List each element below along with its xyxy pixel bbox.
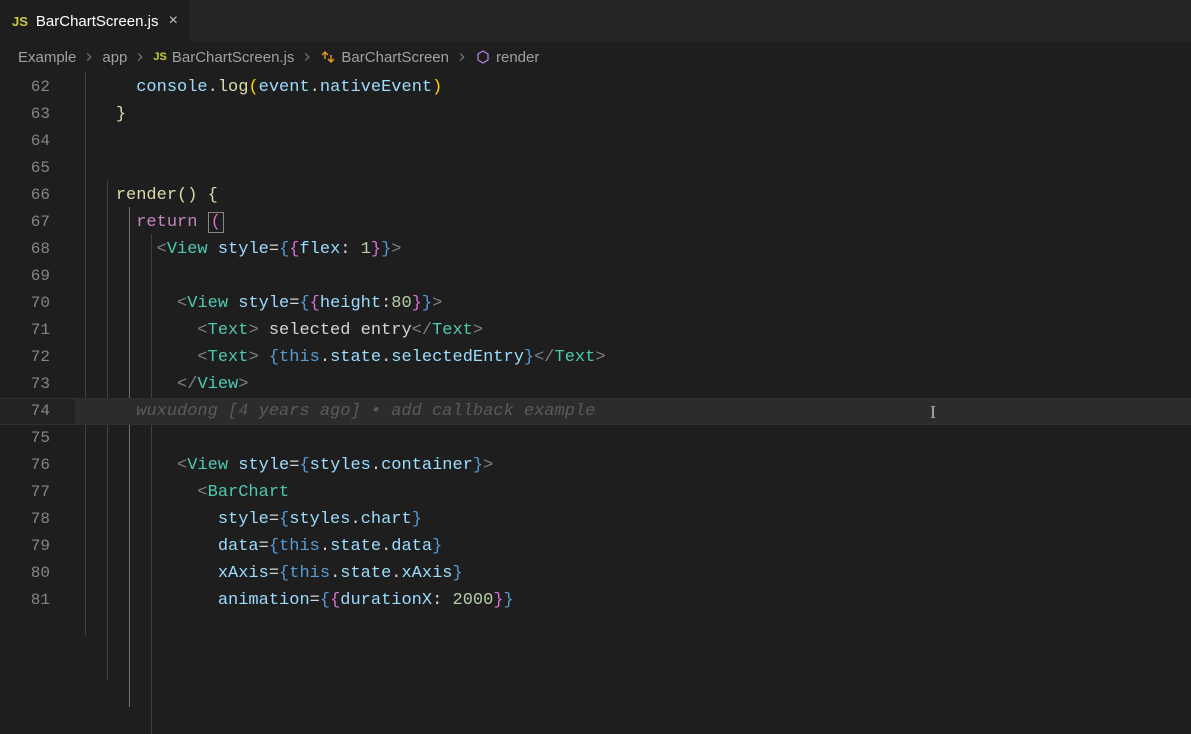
- line-number: 78: [0, 506, 75, 533]
- line-number: 72: [0, 344, 75, 371]
- code-line[interactable]: xAxis={this.state.xAxis}: [75, 560, 1191, 587]
- method-icon: [475, 49, 491, 65]
- line-number: 75: [0, 425, 75, 452]
- line-number: 70: [0, 290, 75, 317]
- code-line[interactable]: <BarChart: [75, 479, 1191, 506]
- code-line[interactable]: render() {: [75, 182, 1191, 209]
- chevron-right-icon: [82, 50, 96, 64]
- code-line[interactable]: animation={{durationX: 2000}}: [75, 587, 1191, 614]
- tab-active[interactable]: JS BarChartScreen.js ×: [0, 0, 191, 42]
- line-number: 65: [0, 155, 75, 182]
- breadcrumb-file[interactable]: JS BarChartScreen.js: [153, 49, 294, 66]
- tab-bar: JS BarChartScreen.js ×: [0, 0, 1191, 42]
- line-number: 79: [0, 533, 75, 560]
- breadcrumb-folder[interactable]: Example: [18, 49, 76, 66]
- breadcrumb: Example app JS BarChartScreen.js BarChar…: [0, 42, 1191, 72]
- line-gutter: 6263646566676869707172737475767778798081: [0, 72, 75, 635]
- line-number: 73: [0, 371, 75, 398]
- code-line[interactable]: style={styles.chart}: [75, 506, 1191, 533]
- code-line[interactable]: [75, 128, 1191, 155]
- line-number: 67: [0, 209, 75, 236]
- chevron-right-icon: [300, 50, 314, 64]
- line-number: 76: [0, 452, 75, 479]
- tab-title: BarChartScreen.js: [36, 13, 159, 30]
- js-file-icon: JS: [12, 14, 28, 29]
- line-number: 63: [0, 101, 75, 128]
- line-number: 68: [0, 236, 75, 263]
- text-cursor-icon: I: [930, 402, 936, 423]
- line-number: 77: [0, 479, 75, 506]
- line-number: 69: [0, 263, 75, 290]
- line-number: 81: [0, 587, 75, 614]
- editor[interactable]: 6263646566676869707172737475767778798081…: [0, 72, 1191, 635]
- code-line-current[interactable]: wuxudong [4 years ago] • add callback ex…: [75, 398, 1191, 425]
- breadcrumb-folder[interactable]: app: [102, 49, 127, 66]
- line-number: 64: [0, 128, 75, 155]
- line-number: 80: [0, 560, 75, 587]
- close-icon[interactable]: ×: [166, 12, 180, 30]
- line-number: 66: [0, 182, 75, 209]
- line-number: 62: [0, 74, 75, 101]
- code-line[interactable]: console.log(event.nativeEvent): [75, 74, 1191, 101]
- code-line[interactable]: <Text> {this.state.selectedEntry}</Text>: [75, 344, 1191, 371]
- code-line[interactable]: }: [75, 101, 1191, 128]
- class-icon: [320, 49, 336, 65]
- code-line[interactable]: [75, 155, 1191, 182]
- breadcrumb-class[interactable]: BarChartScreen: [320, 49, 449, 66]
- code-line[interactable]: <View style={{flex: 1}}>: [75, 236, 1191, 263]
- js-file-icon: JS: [153, 51, 166, 63]
- code-line[interactable]: [75, 425, 1191, 452]
- code-line[interactable]: <View style={{height:80}}>: [75, 290, 1191, 317]
- code-line[interactable]: <View style={styles.container}>: [75, 452, 1191, 479]
- gitlens-blame: wuxudong [4 years ago] • add callback ex…: [136, 402, 595, 421]
- code-line[interactable]: return (: [75, 209, 1191, 236]
- code-line[interactable]: data={this.state.data}: [75, 533, 1191, 560]
- breadcrumb-method[interactable]: render: [475, 49, 539, 66]
- code-line[interactable]: </View>: [75, 371, 1191, 398]
- chevron-right-icon: [455, 50, 469, 64]
- code-area[interactable]: console.log(event.nativeEvent) } render(…: [75, 72, 1191, 635]
- line-number: 71: [0, 317, 75, 344]
- code-line[interactable]: <Text> selected entry</Text>: [75, 317, 1191, 344]
- chevron-right-icon: [133, 50, 147, 64]
- code-line[interactable]: [75, 263, 1191, 290]
